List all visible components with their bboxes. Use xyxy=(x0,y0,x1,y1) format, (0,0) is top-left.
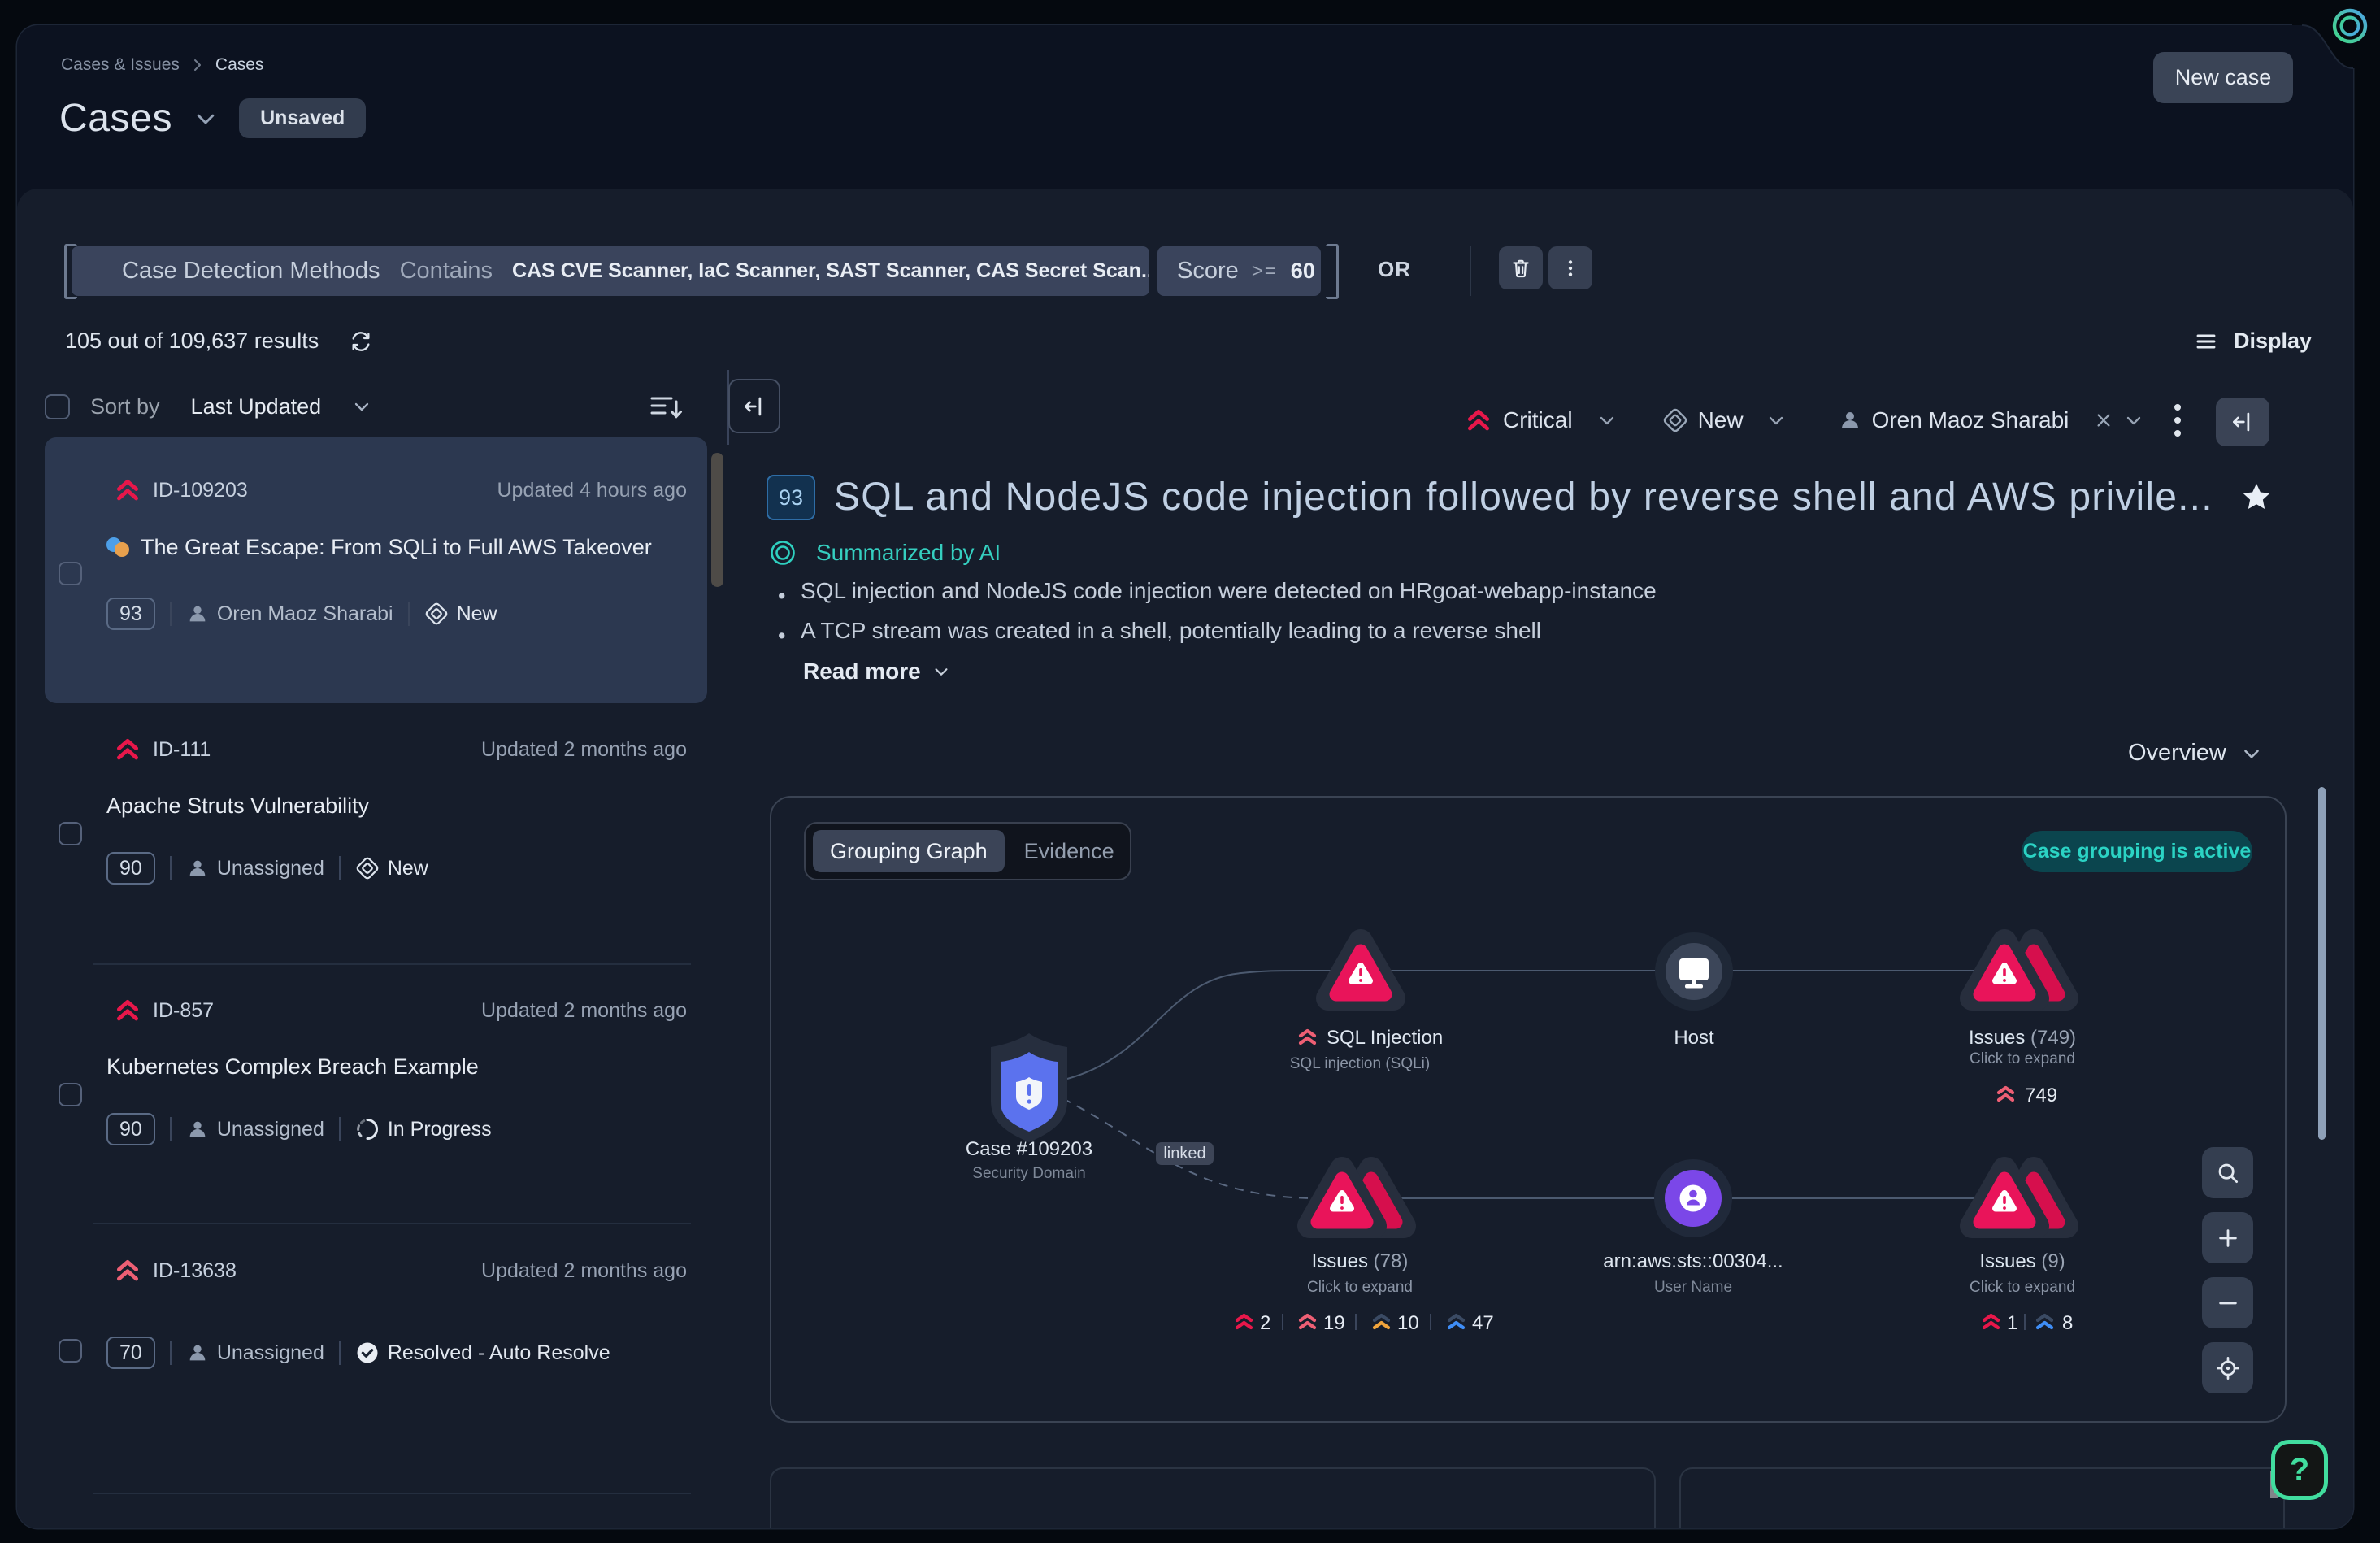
svg-text:Issues (78): Issues (78) xyxy=(1312,1250,1409,1272)
svg-text:1: 1 xyxy=(2007,1312,2017,1334)
svg-text:8: 8 xyxy=(2062,1312,2073,1334)
svg-text:Issues (9): Issues (9) xyxy=(1979,1250,2065,1272)
svg-text:Case #109203: Case #109203 xyxy=(966,1138,1092,1160)
svg-text:19: 19 xyxy=(1323,1312,1345,1334)
svg-text:User Name: User Name xyxy=(1654,1279,1732,1296)
svg-text:SQL injection (SQLi): SQL injection (SQLi) xyxy=(1290,1055,1430,1072)
svg-text:linked: linked xyxy=(1163,1145,1205,1163)
svg-text:2: 2 xyxy=(1260,1312,1270,1334)
svg-text:Click to expand: Click to expand xyxy=(1307,1279,1413,1296)
svg-text:47: 47 xyxy=(1472,1312,1494,1334)
svg-text:Issues (749): Issues (749) xyxy=(1969,1027,2076,1049)
svg-text:Click to expand: Click to expand xyxy=(1970,1279,2075,1296)
svg-text:SQL Injection: SQL Injection xyxy=(1327,1027,1443,1049)
svg-text:Security Domain: Security Domain xyxy=(972,1165,1085,1182)
svg-text:Click to expand: Click to expand xyxy=(1970,1050,2075,1067)
svg-text:arn:aws:sts::00304...: arn:aws:sts::00304... xyxy=(1603,1250,1783,1272)
svg-text:Host: Host xyxy=(1674,1027,1714,1049)
svg-text:749: 749 xyxy=(2025,1084,2057,1106)
svg-text:10: 10 xyxy=(1397,1312,1419,1334)
